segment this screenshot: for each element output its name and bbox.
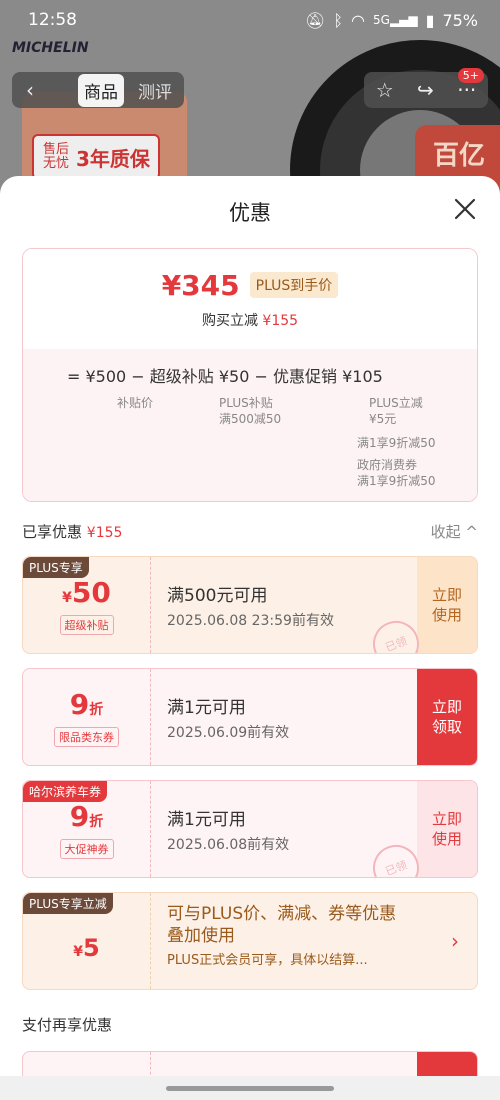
coupon-amount: ¥5 (73, 934, 100, 962)
brand-logo: MICHELIN (12, 40, 89, 56)
coupon-condition: 满500元可用 (167, 586, 268, 606)
plus-price-tag: PLUS到手价 (249, 272, 339, 298)
coupon-tag: 限品类东券 (54, 726, 119, 747)
sheet-title: 优惠 (229, 201, 271, 225)
back-button[interactable]: ‹ (12, 72, 48, 108)
status-bar: 12:58 🔕︎ ᛒ ◠ 5G▂▄▆ ▮ 75% (0, 0, 500, 40)
star-icon[interactable]: ☆ (376, 78, 394, 102)
battery-icon: ▮ (425, 10, 435, 30)
coupon-condition: 满1元可用 (167, 698, 246, 718)
coupon-ribbon: 哈尔滨养车券 (23, 781, 108, 802)
use-now-button[interactable]: 立即 使用 (417, 781, 477, 877)
plus-benefit-note: PLUS正式会员可享，具体以结算... (167, 953, 368, 968)
close-icon[interactable] (450, 194, 480, 224)
coupon-card[interactable]: PLUS专享 ¥50 超级补贴 满500元可用 2025.06.08 23:59… (22, 556, 478, 654)
product-nav: ‹ 商品 测评 ☆ ↪ ··· 5+ (0, 68, 500, 110)
coupon-tag: 超级补贴 (59, 614, 114, 635)
promo-detail-1: PLUS立减 ¥5元 (369, 396, 423, 426)
sub-price-label: 补贴价 (117, 396, 154, 410)
coupon-amount: 9折 (69, 799, 104, 833)
coupon-expiry: 2025.06.09前有效 (167, 725, 290, 741)
use-now-button[interactable]: 立即 使用 (417, 557, 477, 653)
coupon-amount: ¥50 (62, 575, 111, 609)
promo-detail-3: 政府消费券 满1享9折减50 (357, 458, 436, 488)
coupon-card[interactable]: 哈尔滨养车券 9折 大促神券 满1元可用 2025.06.08前有效 已领 立即… (22, 780, 478, 878)
warranty-badge: 售后无忧 3年质保 (32, 134, 160, 180)
plus-benefit-line1: 可与PLUS价、满减、券等优惠 (167, 904, 397, 924)
product-tabs: 商品 测评 (48, 72, 184, 108)
coupon-ribbon: PLUS专享 (23, 557, 89, 578)
promo-detail-2: 满1享9折减50 (357, 436, 436, 450)
mute-icon: 🔕︎ (305, 10, 326, 30)
coupon-ribbon: PLUS专享立减 (23, 893, 113, 914)
claim-now-button[interactable]: 立即 领取 (417, 669, 477, 765)
home-indicator-bar (0, 1076, 500, 1100)
status-time: 12:58 (28, 10, 77, 30)
plus-discount-card[interactable]: PLUS专享立减 ¥5 可与PLUS价、满减、券等优惠 叠加使用 PLUS正式会… (22, 892, 478, 990)
subsidy-detail: PLUS补贴 满500减50 (219, 396, 282, 426)
chevron-left-icon: ‹ (26, 78, 34, 102)
plus-benefit-line2: 叠加使用 (167, 926, 235, 946)
tab-review[interactable]: 测评 (138, 78, 172, 103)
final-price: ¥345 (161, 268, 240, 302)
share-icon[interactable]: ↪ (417, 78, 434, 102)
message-badge: 5+ (457, 68, 484, 83)
applied-discount-row: 已享优惠 ¥155 收起 ^ (22, 521, 478, 542)
nav-actions: ☆ ↪ ··· 5+ (364, 68, 488, 108)
wifi-icon: ◠ (351, 10, 365, 30)
battery-level: 75% (442, 10, 478, 30)
signal-icon: 5G▂▄▆ (373, 13, 418, 27)
home-indicator[interactable] (166, 1085, 334, 1091)
price-summary-card: ¥345 PLUS到手价 购买立减 ¥155 = ¥500 − 超级补贴 ¥50… (22, 248, 478, 502)
coupon-card[interactable]: 9折 限品类东券 满1元可用 2025.06.09前有效 立即 领取 (22, 668, 478, 766)
tab-product[interactable]: 商品 (78, 73, 124, 107)
coupon-tag: 大促神券 (59, 838, 114, 859)
payment-discount-title: 支付再享优惠 (22, 1016, 113, 1034)
price-formula: = ¥500 − 超级补贴 ¥50 − 优惠促销 ¥105 (67, 367, 383, 386)
sheet-header: 优惠 (0, 176, 500, 248)
total-savings: 购买立减 ¥155 (201, 312, 299, 329)
coupon-condition: 满1元可用 (167, 810, 246, 830)
bluetooth-icon: ᛒ (333, 10, 344, 30)
chevron-right-icon[interactable]: › (433, 893, 477, 989)
coupon-amount: 9折 (69, 687, 104, 721)
discount-sheet: 优惠 ¥345 PLUS到手价 购买立减 ¥155 = ¥500 − 超级补贴 … (0, 176, 500, 1100)
collapse-button[interactable]: 收起 ^ (431, 521, 478, 542)
